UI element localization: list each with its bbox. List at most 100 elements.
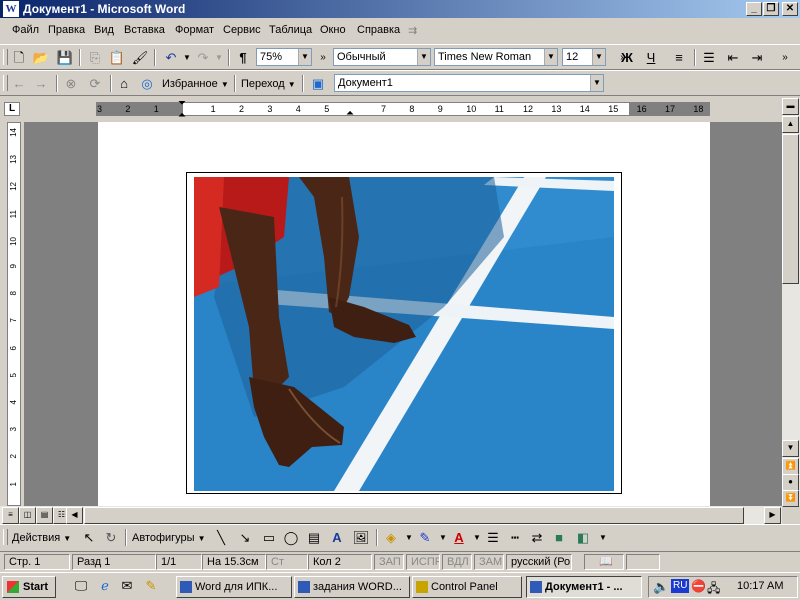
underline-button[interactable]: Ч [640,48,662,68]
open-folder-icon[interactable]: 📂 [30,48,52,68]
menu-edit[interactable]: Правка [48,24,85,36]
horizontal-scrollbar[interactable]: ≡ ◫ ▤ ☷ ◀ ▶ [0,506,782,524]
taskbar-item-document1[interactable]: Документ1 - ... [526,576,642,598]
status-trk[interactable]: ИСПР [406,554,440,570]
status-language[interactable]: русский (Ро [506,554,572,570]
tab-stop-selector[interactable]: L [4,102,20,116]
line-style-icon[interactable]: ☰ [482,528,504,548]
forward-arrow-icon[interactable]: → [30,74,52,94]
chevron-down-icon[interactable]: ▼ [592,528,614,548]
vertical-ruler[interactable]: 14 13 12 11 10 9 8 7 6 5 4 3 2 1 [4,122,22,506]
address-select[interactable]: Документ1 ▼ [334,74,604,92]
normal-view-icon[interactable]: ≡ [2,507,19,524]
arrow-icon[interactable]: ↘ [234,528,256,548]
font-size-select[interactable]: 12 ▼ [562,48,606,66]
arrow-style-icon[interactable]: ⇄ [526,528,548,548]
language-indicator[interactable]: RU [671,579,690,593]
vertical-scrollbar[interactable]: ▬ ▲ ▼ ⏫ ● ⏬ [782,98,800,507]
menu-file[interactable]: Файл [12,24,39,36]
document-page[interactable] [98,122,710,506]
home-icon[interactable]: ⌂ [113,74,135,94]
word-app-icon[interactable]: W [3,1,19,17]
web-view-icon[interactable]: ◫ [19,507,36,524]
format-painter-icon[interactable]: 🖌 [129,48,151,68]
scroll-left-arrow-icon[interactable]: ◀ [66,507,83,524]
scroll-down-arrow-icon[interactable]: ▼ [782,440,799,457]
close-button[interactable]: ✕ [782,2,798,16]
toolbar-grip[interactable] [3,529,8,545]
horizontal-scroll-thumb[interactable] [84,507,744,524]
bold-button[interactable]: Ж [616,48,638,68]
split-handle[interactable]: ▬ [782,98,799,115]
outlook-icon[interactable]: ✉ [116,576,138,596]
menu-table[interactable]: Таблица [269,24,312,36]
previous-page-icon[interactable]: ⏫ [782,458,799,475]
stop-icon[interactable]: ⊗ [60,74,82,94]
menu-format[interactable]: Формат [175,24,214,36]
status-ext[interactable]: ВДЛ [442,554,472,570]
menu-view[interactable]: Вид [94,24,114,36]
first-line-indent-marker[interactable]: ⏷ [178,98,186,109]
3d-icon[interactable]: ◧ [572,528,594,548]
redo-dropdown-icon[interactable]: ▼ [208,48,230,68]
menu-window[interactable]: Окно [320,24,346,36]
show-formatting-icon[interactable]: ¶ [232,48,254,68]
more-buttons-icon[interactable]: » [774,48,796,68]
status-ovr[interactable]: ЗАМ [474,554,504,570]
style-select[interactable]: Обычный ▼ [333,48,431,66]
desktop-icon[interactable]: 🖵 [70,576,92,596]
right-indent-marker[interactable]: ⏶ [346,108,354,119]
select-browse-object-icon[interactable]: ● [782,474,799,491]
chevron-down-icon[interactable]: ▼ [298,49,311,65]
oval-icon[interactable]: ◯ [280,528,302,548]
scroll-up-arrow-icon[interactable]: ▲ [782,116,799,133]
line-icon[interactable]: ╲ [210,528,232,548]
chevron-down-icon[interactable]: ▼ [592,49,605,65]
copy-icon[interactable]: ⎘ [84,48,106,68]
ie-icon[interactable]: ℯ [94,576,116,596]
antivirus-icon[interactable]: ⛔ [691,579,706,593]
free-rotate-icon[interactable]: ↻ [100,528,122,548]
network-icon[interactable]: 🖧 [707,579,720,600]
font-select[interactable]: Times New Roman ▼ [434,48,558,66]
autoshapes-menu[interactable]: Автофигуры ▼ [132,532,206,544]
taskbar-item-control-panel[interactable]: Control Panel [412,576,522,598]
clipart-icon[interactable]: 🖼 [350,528,372,548]
menu-extra-icon[interactable]: ⇉ [408,24,417,37]
taskbar-item-zadaniya[interactable]: задания WORD... [294,576,410,598]
next-page-icon[interactable]: ⏬ [782,490,799,507]
wordart-icon[interactable]: A [326,528,348,548]
volume-icon[interactable]: 🔈 [653,579,669,595]
minimize-button[interactable]: _ [746,2,762,16]
menu-insert[interactable]: Вставка [124,24,165,36]
print-view-icon[interactable]: ▤ [36,507,53,524]
menu-tools[interactable]: Сервис [223,24,261,36]
status-rec[interactable]: ЗАП [374,554,404,570]
show-web-toolbar-icon[interactable]: ▣ [307,74,329,94]
more-buttons-icon[interactable]: » [312,48,334,68]
paste-icon[interactable]: 📋 [106,48,128,68]
increase-indent-icon[interactable]: ⇥ [746,48,768,68]
left-indent-marker[interactable]: ⏶ [178,110,186,121]
quicklaunch-icon[interactable]: ✎ [140,576,162,596]
chevron-down-icon[interactable]: ▼ [417,49,430,65]
scroll-right-arrow-icon[interactable]: ▶ [764,507,781,524]
refresh-icon[interactable]: ⟳ [84,74,106,94]
favorites-menu[interactable]: Избранное ▼ [162,78,229,90]
back-arrow-icon[interactable]: ← [8,74,30,94]
menu-help[interactable]: Справка [357,24,400,36]
numbered-list-icon[interactable]: ☰ [698,48,720,68]
start-button[interactable]: Start [2,576,56,598]
save-icon[interactable]: 💾 [54,48,76,68]
search-web-icon[interactable]: ◎ [136,74,158,94]
decrease-indent-icon[interactable]: ⇤ [722,48,744,68]
scroll-thumb[interactable] [782,134,799,284]
spelling-status-icon[interactable]: 📖 [584,554,624,570]
horizontal-ruler[interactable]: 3 2 1 1 2 3 4 5 7 8 9 10 11 12 13 14 15 16 17 18 [96,102,710,116]
actions-menu[interactable]: Действия ▼ [12,532,71,544]
go-menu[interactable]: Переход ▼ [241,78,296,90]
rectangle-icon[interactable]: ▭ [258,528,280,548]
textbox-icon[interactable]: ▤ [303,528,325,548]
dash-style-icon[interactable]: ┅ [504,528,526,548]
document-area[interactable] [24,122,782,506]
